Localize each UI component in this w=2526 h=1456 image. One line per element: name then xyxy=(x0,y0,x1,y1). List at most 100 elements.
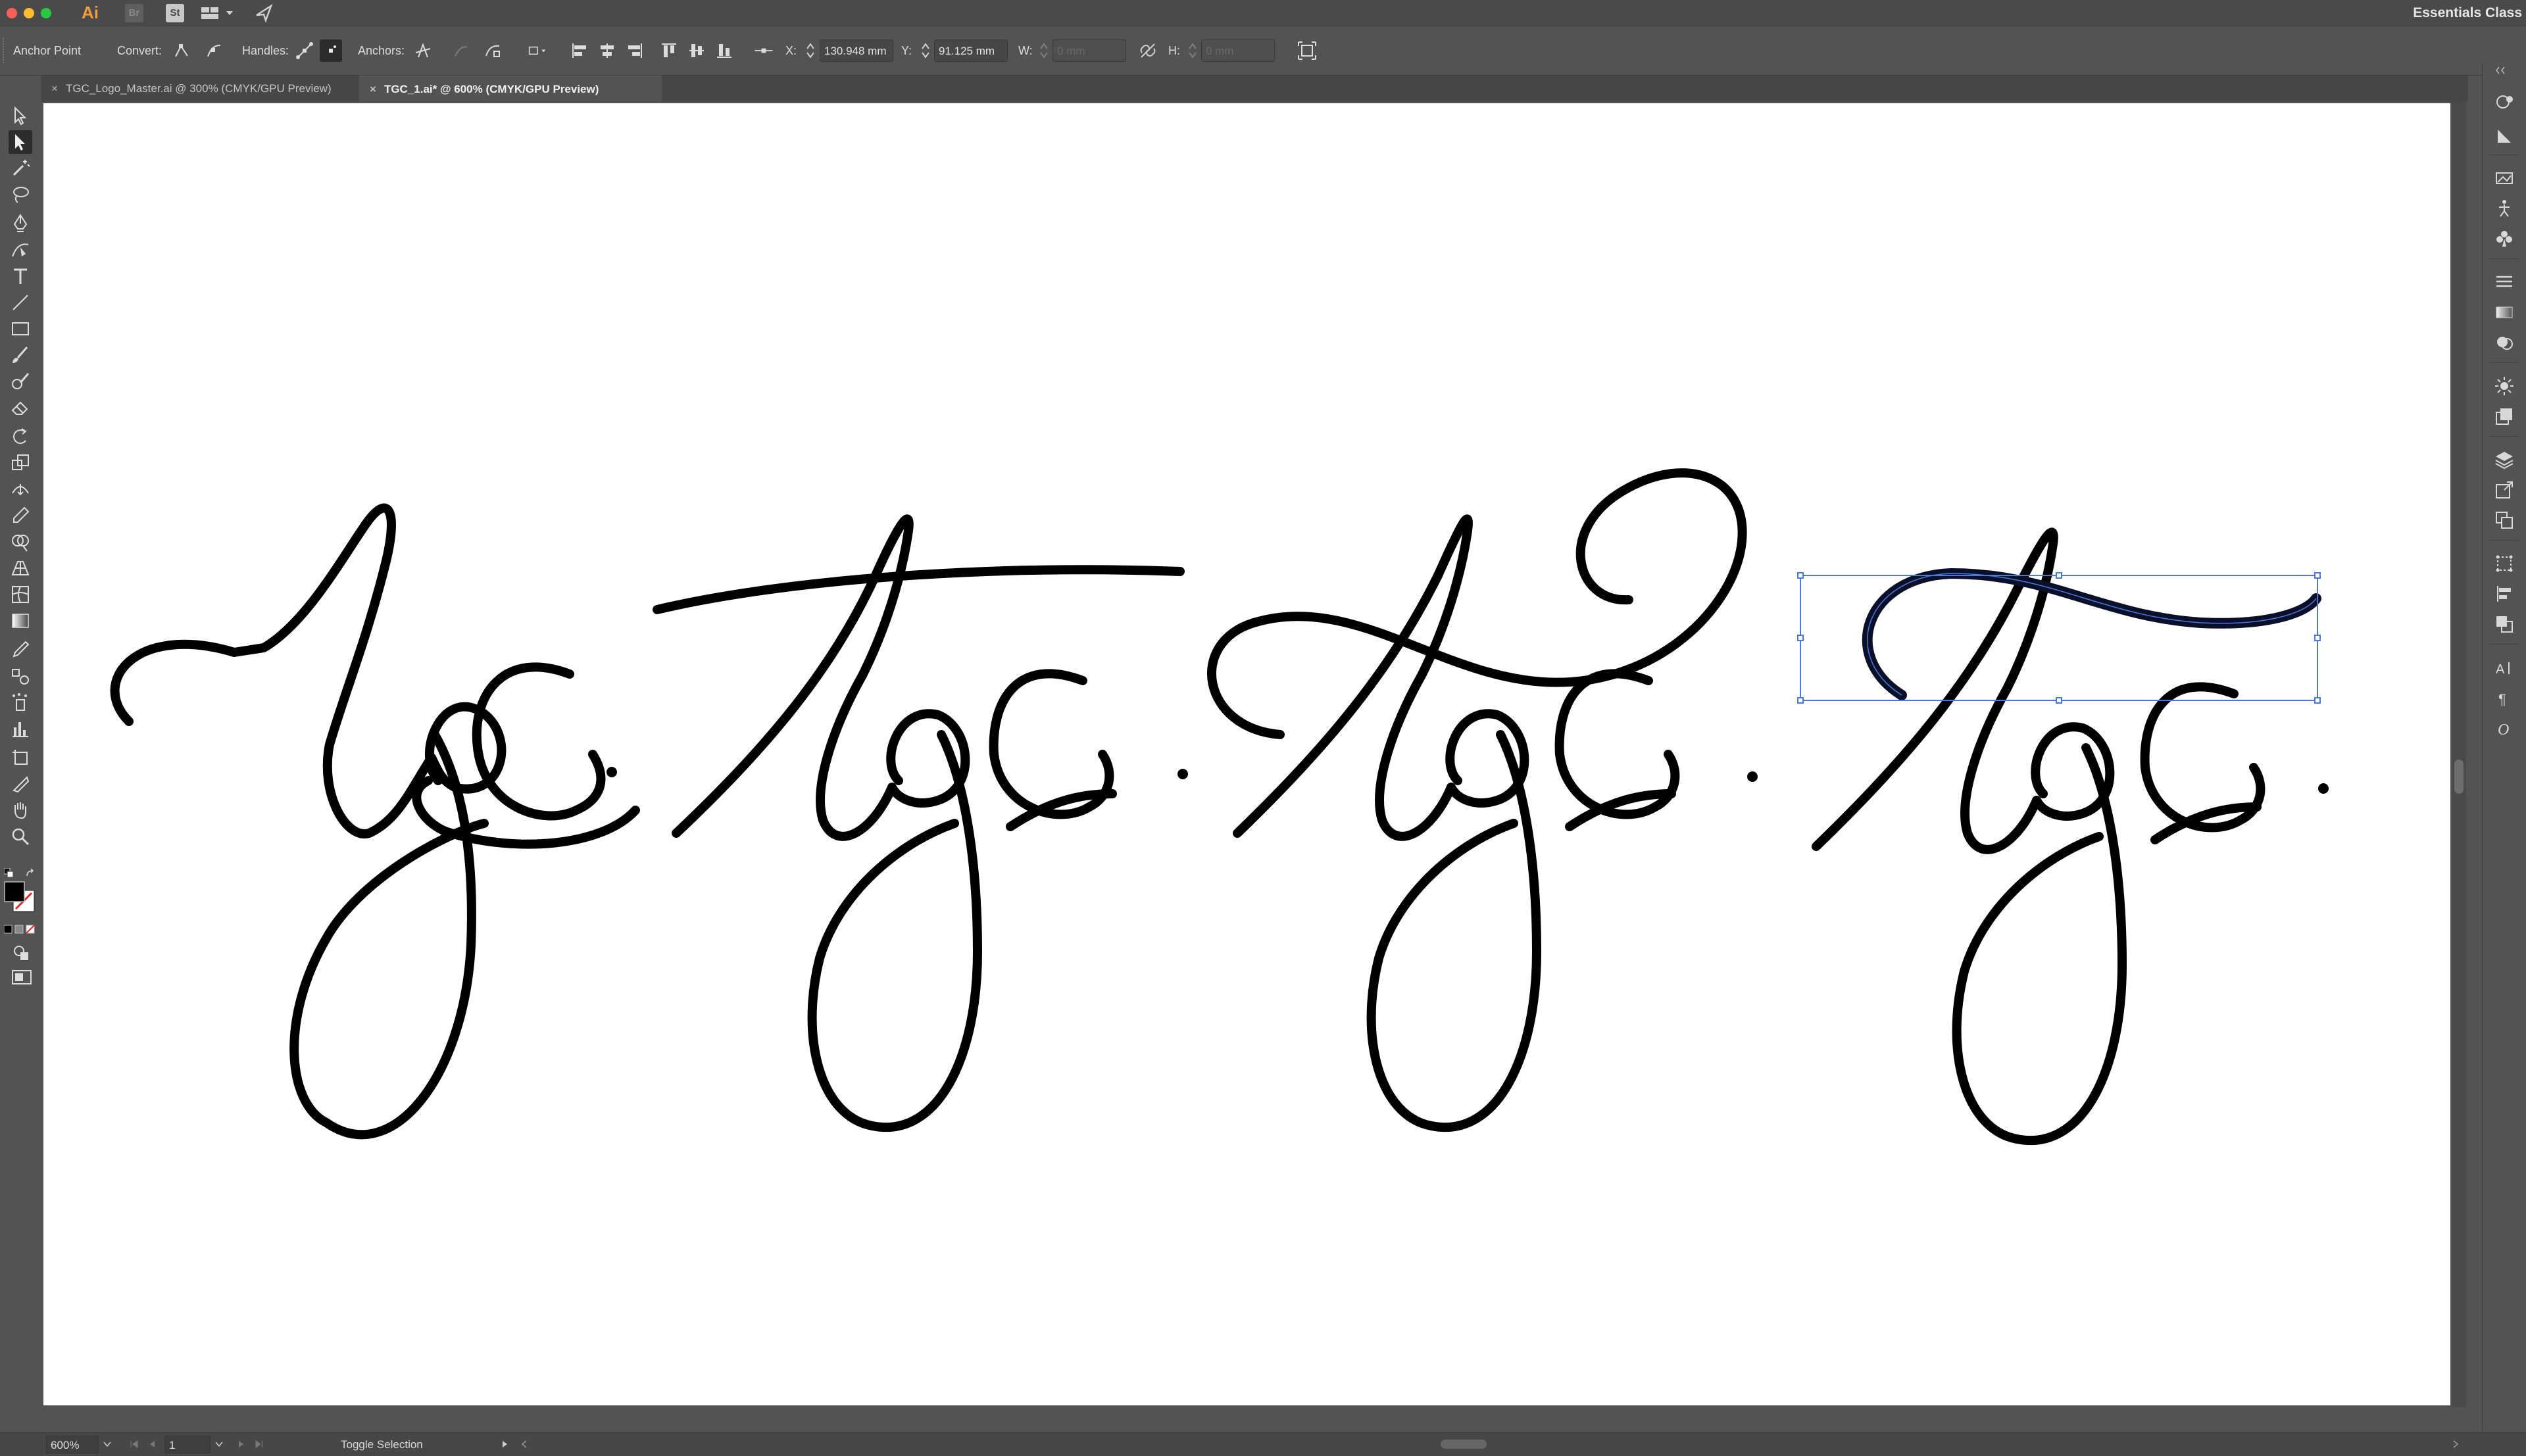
collapse-panels-icon[interactable] xyxy=(2496,65,2513,76)
arrange-documents-icon[interactable] xyxy=(200,4,238,22)
first-artboard-icon[interactable] xyxy=(129,1440,139,1449)
hand-tool-icon[interactable] xyxy=(9,798,32,822)
fill-stroke-swatches[interactable] xyxy=(4,881,36,913)
blend-tool-icon[interactable] xyxy=(9,664,32,688)
artboards-panel-icon[interactable] xyxy=(2492,508,2516,532)
close-tab-icon[interactable]: × xyxy=(51,76,58,102)
artwork-canvas[interactable] xyxy=(43,103,2450,1405)
bridge-icon[interactable]: Br xyxy=(125,4,143,22)
h-stepper-icon[interactable] xyxy=(1188,41,1197,61)
stroke-panel-icon[interactable] xyxy=(2492,270,2516,294)
y-stepper-icon[interactable] xyxy=(921,41,930,61)
shape-builder-tool-icon[interactable] xyxy=(9,530,32,554)
isolate-object-icon[interactable] xyxy=(526,39,555,62)
export-asset-icon[interactable] xyxy=(2492,478,2516,502)
column-graph-tool-icon[interactable] xyxy=(9,717,32,740)
gpu-performance-icon[interactable] xyxy=(254,3,274,23)
color-mode-icons[interactable] xyxy=(3,925,37,934)
selected-swash-path[interactable] xyxy=(1862,568,2321,700)
align-vertical-center-icon[interactable] xyxy=(685,39,708,62)
convert-to-corner-icon[interactable] xyxy=(170,39,192,62)
shaper-tool-icon[interactable] xyxy=(9,370,32,393)
align-right-icon[interactable] xyxy=(624,39,646,62)
curvature-tool-icon[interactable] xyxy=(9,238,32,262)
puppet-icon[interactable] xyxy=(2492,197,2516,220)
transform-panel-icon[interactable] xyxy=(2492,552,2516,575)
width-field[interactable]: 0 mm xyxy=(1052,39,1126,62)
rectangle-tool-icon[interactable] xyxy=(9,317,32,341)
hide-handles-icon[interactable] xyxy=(320,39,342,62)
remove-anchor-icon[interactable] xyxy=(412,39,434,62)
pathfinder-panel-icon[interactable] xyxy=(2492,612,2516,636)
tab-tgc-logo-master[interactable]: × TGC_Logo_Master.ai @ 300% (CMYK/GPU Pre… xyxy=(41,76,357,102)
show-handles-icon[interactable] xyxy=(293,39,316,62)
layers-panel-icon[interactable] xyxy=(2492,448,2516,472)
puppet-warp-tool-icon[interactable] xyxy=(9,504,32,527)
logo-variant-3[interactable] xyxy=(1207,468,1747,1132)
artboard-tool-icon[interactable] xyxy=(9,746,32,769)
direct-selection-tool-icon[interactable] xyxy=(9,130,32,154)
libraries-icon[interactable] xyxy=(2492,90,2516,114)
height-field[interactable]: 0 mm xyxy=(1201,39,1275,62)
previous-artboard-icon[interactable] xyxy=(147,1440,157,1449)
transform-icon[interactable] xyxy=(1296,39,1318,62)
artboard[interactable] xyxy=(43,103,2450,1405)
w-stepper-icon[interactable] xyxy=(1039,41,1049,61)
workspace-switcher[interactable]: Essentials Class xyxy=(2413,0,2526,26)
artboard-number-field[interactable]: 1 xyxy=(164,1436,210,1453)
current-tool-label[interactable]: Anchor Point xyxy=(13,26,81,75)
connect-anchors-icon[interactable] xyxy=(450,39,472,62)
align-horizontal-center-icon[interactable] xyxy=(596,39,618,62)
stock-icon[interactable]: St xyxy=(166,4,184,22)
opentype-panel-icon[interactable]: O xyxy=(2492,716,2516,740)
club-symbol-icon[interactable] xyxy=(2492,227,2516,251)
maximize-window-button[interactable] xyxy=(41,8,51,18)
canvas-area[interactable] xyxy=(41,102,2450,1407)
slice-tool-icon[interactable] xyxy=(9,772,32,796)
logo-variant-2[interactable] xyxy=(653,514,1185,1132)
y-position-field[interactable]: 91.125 mm xyxy=(934,39,1008,62)
zoom-level-field[interactable]: 600% xyxy=(46,1436,99,1453)
horizontal-scroll-thumb[interactable] xyxy=(1441,1440,1487,1449)
eyedropper-tool-icon[interactable] xyxy=(9,638,32,662)
align-bottom-icon[interactable] xyxy=(713,39,735,62)
reference-point-icon[interactable] xyxy=(753,39,779,62)
status-menu-icon[interactable] xyxy=(500,1440,509,1449)
minimize-window-button[interactable] xyxy=(24,8,34,18)
lasso-tool-icon[interactable] xyxy=(9,183,32,206)
last-artboard-icon[interactable] xyxy=(254,1440,264,1449)
line-segment-tool-icon[interactable] xyxy=(9,291,32,314)
selection-tool-icon[interactable] xyxy=(9,104,32,128)
cut-path-icon[interactable] xyxy=(482,39,504,62)
tab-tgc-1[interactable]: × TGC_1.ai* @ 600% (CMYK/GPU Preview) xyxy=(359,76,662,102)
gradient-tool-icon[interactable] xyxy=(9,609,32,633)
logo-variant-1[interactable] xyxy=(110,503,640,1140)
convert-to-smooth-icon[interactable] xyxy=(203,39,225,62)
next-artboard-icon[interactable] xyxy=(237,1440,246,1449)
paintbrush-tool-icon[interactable] xyxy=(9,343,32,367)
gradient-panel-icon[interactable] xyxy=(2492,301,2516,324)
control-bar-gripper[interactable] xyxy=(3,38,8,63)
character-panel-icon[interactable]: A xyxy=(2492,656,2516,679)
close-tab-icon[interactable]: × xyxy=(370,76,376,103)
zoom-tool-icon[interactable] xyxy=(9,825,32,848)
eraser-tool-icon[interactable] xyxy=(9,396,32,420)
x-stepper-icon[interactable] xyxy=(806,41,815,61)
close-window-button[interactable] xyxy=(7,8,17,18)
zoom-dropdown-icon[interactable] xyxy=(103,1440,112,1449)
appearance-panel-icon[interactable] xyxy=(2492,374,2516,398)
constrain-proportions-icon[interactable] xyxy=(1137,39,1159,62)
swap-fill-stroke-icon[interactable] xyxy=(25,868,36,879)
screen-mode-icon[interactable] xyxy=(10,965,32,984)
default-fill-stroke-icon[interactable] xyxy=(3,867,14,878)
x-position-field[interactable]: 130.948 mm xyxy=(820,39,893,62)
align-top-icon[interactable] xyxy=(658,39,680,62)
horizontal-scrollbar[interactable] xyxy=(520,1437,2460,1451)
type-tool-icon[interactable] xyxy=(9,264,32,288)
transparency-panel-icon[interactable] xyxy=(2492,331,2516,354)
vertical-scroll-thumb[interactable] xyxy=(2454,760,2464,794)
align-left-icon[interactable] xyxy=(568,39,591,62)
scale-tool-icon[interactable] xyxy=(9,451,32,475)
paragraph-panel-icon[interactable]: ¶ xyxy=(2492,686,2516,710)
width-tool-icon[interactable] xyxy=(9,477,32,501)
